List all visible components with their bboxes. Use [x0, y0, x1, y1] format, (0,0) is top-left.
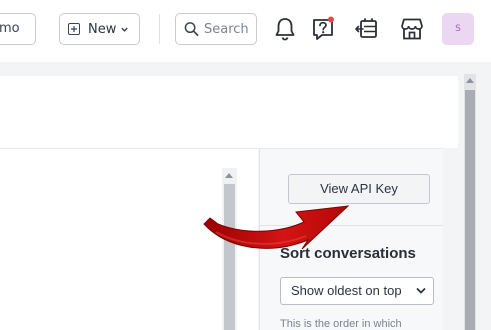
help-button[interactable] — [308, 14, 338, 44]
scroll-up-arrow-icon[interactable] — [225, 173, 233, 178]
help-question-icon — [313, 16, 334, 40]
scroll-up-arrow-icon[interactable] — [466, 78, 474, 83]
notifications-button[interactable] — [270, 14, 300, 44]
bell-icon — [275, 18, 295, 41]
sort-order-selected-value: Show oldest on top — [291, 283, 402, 298]
search-icon — [184, 22, 199, 36]
user-avatar[interactable]: S — [442, 13, 474, 45]
sort-order-select[interactable]: Show oldest on top — [280, 277, 434, 305]
chevron-down-icon — [416, 287, 426, 294]
search-input[interactable] — [204, 21, 256, 37]
avatar-initial: S — [455, 24, 461, 34]
store-icon — [401, 18, 423, 40]
notification-dot — [328, 16, 334, 23]
search-box[interactable] — [175, 13, 257, 45]
new-button[interactable]: New — [59, 13, 140, 45]
transfer-icon — [355, 18, 377, 38]
sort-help-text: This is the order in which — [280, 318, 402, 330]
store-button[interactable] — [397, 14, 427, 44]
chevron-down-icon — [121, 27, 129, 32]
plus-square-icon — [68, 23, 80, 35]
top-navigation-bar: mo New Search S — [0, 0, 491, 62]
new-button-label: New — [88, 21, 117, 37]
demo-button-label: mo — [0, 21, 20, 36]
curved-arrow-pointer-icon — [203, 205, 350, 250]
toolbar-separator — [159, 14, 160, 44]
page-scrollbar-thumb[interactable] — [465, 90, 475, 330]
page-scrollbar[interactable] — [464, 74, 476, 330]
transfer-button[interactable] — [352, 14, 382, 44]
demo-button[interactable]: mo — [0, 13, 36, 45]
content-header-area — [0, 76, 458, 148]
